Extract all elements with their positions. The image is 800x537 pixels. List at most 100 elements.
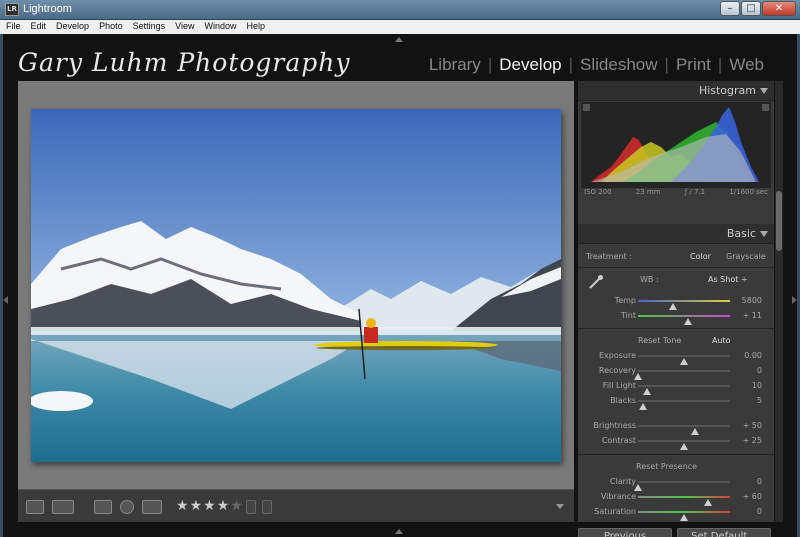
contrast-slider-row: Contrast + 25 [578, 434, 774, 450]
blacks-value[interactable]: 5 [757, 396, 762, 405]
treatment-color-button[interactable]: Color [690, 252, 711, 261]
star-icon[interactable]: ★ [217, 498, 231, 514]
star-empty-icon[interactable]: ★ [230, 498, 244, 514]
module-library[interactable]: Library [423, 55, 487, 75]
clarity-value[interactable]: 0 [757, 477, 762, 486]
tint-slider-knob[interactable] [683, 318, 692, 325]
close-button[interactable]: ✕ [762, 1, 796, 16]
blacks-slider[interactable] [638, 400, 730, 410]
contrast-slider[interactable] [638, 440, 730, 450]
menu-edit[interactable]: Edit [31, 20, 47, 34]
blacks-slider-knob[interactable] [638, 403, 647, 410]
collapse-triangle-icon[interactable] [760, 231, 768, 237]
pick-flag-icon[interactable] [246, 500, 256, 514]
scrollbar-thumb[interactable] [776, 191, 782, 251]
blacks-label: Blacks [610, 396, 636, 405]
menu-window[interactable]: Window [204, 20, 236, 34]
vibrance-value[interactable]: + 60 [743, 492, 762, 501]
top-panel-toggle-icon[interactable] [395, 37, 403, 42]
clarity-slider[interactable] [634, 481, 730, 491]
clarity-slider-row: Clarity 0 [578, 475, 774, 491]
fill-light-slider[interactable] [638, 385, 730, 395]
auto-tone-button[interactable]: Auto [712, 336, 731, 345]
set-default-button[interactable]: Set Default... [677, 528, 771, 537]
saturation-slider[interactable] [638, 511, 730, 521]
clarity-label: Clarity [609, 477, 636, 486]
menu-bar: File Edit Develop Photo Settings View Wi… [0, 20, 800, 34]
basic-header[interactable]: Basic [578, 224, 774, 244]
remove-spots-tool-icon[interactable] [142, 500, 162, 514]
window-controls: – □ ✕ [720, 1, 796, 16]
contrast-value[interactable]: + 25 [743, 436, 762, 445]
tint-slider[interactable] [638, 315, 730, 325]
recovery-value[interactable]: 0 [757, 366, 762, 375]
module-slideshow[interactable]: Slideshow [574, 55, 664, 75]
brightness-label: Brightness [593, 421, 636, 430]
tint-value[interactable]: + 11 [743, 311, 762, 320]
fill-light-label: Fill Light [602, 381, 636, 390]
loupe-view-icon[interactable] [26, 500, 44, 514]
maximize-button[interactable]: □ [741, 1, 761, 16]
reset-tone-button[interactable]: Reset Tone [638, 336, 681, 345]
before-after-icon[interactable] [52, 500, 74, 514]
star-rating[interactable]: ★★★★★ [176, 498, 244, 514]
tint-label: Tint [620, 311, 636, 320]
right-panel-scrollbar[interactable] [775, 81, 783, 522]
crop-tool-icon[interactable] [94, 500, 112, 514]
histogram-header[interactable]: Histogram [578, 81, 774, 101]
minimize-button[interactable]: – [720, 1, 740, 16]
identity-plate: Gary Luhm Photography [18, 48, 351, 77]
eyedropper-icon[interactable] [588, 274, 604, 290]
saturation-value[interactable]: 0 [757, 507, 762, 516]
module-develop[interactable]: Develop [493, 55, 567, 75]
red-eye-tool-icon[interactable] [120, 500, 134, 514]
module-web[interactable]: Web [723, 55, 770, 75]
module-picker: Library | Develop | Slideshow | Print | … [423, 55, 770, 75]
module-print[interactable]: Print [670, 55, 717, 75]
develop-toolbar: ★★★★★ [18, 489, 574, 522]
saturation-slider-row: Saturation 0 [578, 505, 774, 521]
exposure-value[interactable]: 0.00 [744, 351, 762, 360]
menu-file[interactable]: File [6, 20, 21, 34]
menu-develop[interactable]: Develop [56, 20, 89, 34]
histogram-graph [581, 102, 771, 188]
photo-glacier-kayaker[interactable] [31, 109, 561, 462]
temp-value[interactable]: 5800 [742, 296, 762, 305]
filmstrip-toggle-icon[interactable] [395, 529, 403, 534]
previous-button[interactable]: Previous [578, 528, 672, 537]
saturation-slider-knob[interactable] [680, 514, 688, 521]
wb-select[interactable]: As Shot ÷ [708, 275, 748, 284]
menu-view[interactable]: View [175, 20, 194, 34]
brightness-value[interactable]: + 50 [743, 421, 762, 430]
treatment-grayscale-button[interactable]: Grayscale [726, 252, 766, 261]
menu-photo[interactable]: Photo [99, 20, 123, 34]
menu-settings[interactable]: Settings [133, 20, 166, 34]
fill-light-value[interactable]: 10 [752, 381, 762, 390]
histogram-title: Histogram [698, 84, 756, 97]
star-icon[interactable]: ★ [190, 498, 204, 514]
star-icon[interactable]: ★ [203, 498, 217, 514]
right-panel-toggle-icon[interactable] [792, 296, 797, 304]
exposure-slider[interactable] [638, 355, 730, 365]
contrast-slider-knob[interactable] [680, 443, 688, 450]
loupe-view [18, 81, 574, 489]
saturation-label: Saturation [594, 507, 636, 516]
brightness-slider[interactable] [638, 425, 730, 435]
menu-help[interactable]: Help [247, 20, 266, 34]
window-title: Lightroom [23, 3, 72, 15]
photo-image [31, 109, 561, 462]
temp-slider[interactable] [638, 300, 730, 310]
reject-flag-icon[interactable] [262, 500, 272, 514]
left-panel-toggle-icon[interactable] [3, 296, 8, 304]
divider [578, 454, 774, 455]
recovery-slider[interactable] [634, 370, 730, 380]
reset-presence-button[interactable]: Reset Presence [636, 462, 697, 471]
collapse-triangle-icon[interactable] [760, 88, 768, 94]
lightroom-app-icon: LR [5, 3, 19, 16]
star-icon[interactable]: ★ [176, 498, 190, 514]
toolbar-menu-chevron-icon[interactable] [556, 504, 564, 509]
shadow-clip-icon [583, 104, 590, 111]
vibrance-slider[interactable] [638, 496, 730, 506]
vibrance-slider-row: Vibrance + 60 [578, 490, 774, 506]
exif-info: ISO 200 23 mm ƒ / 7.1 1/1600 sec [584, 188, 768, 201]
